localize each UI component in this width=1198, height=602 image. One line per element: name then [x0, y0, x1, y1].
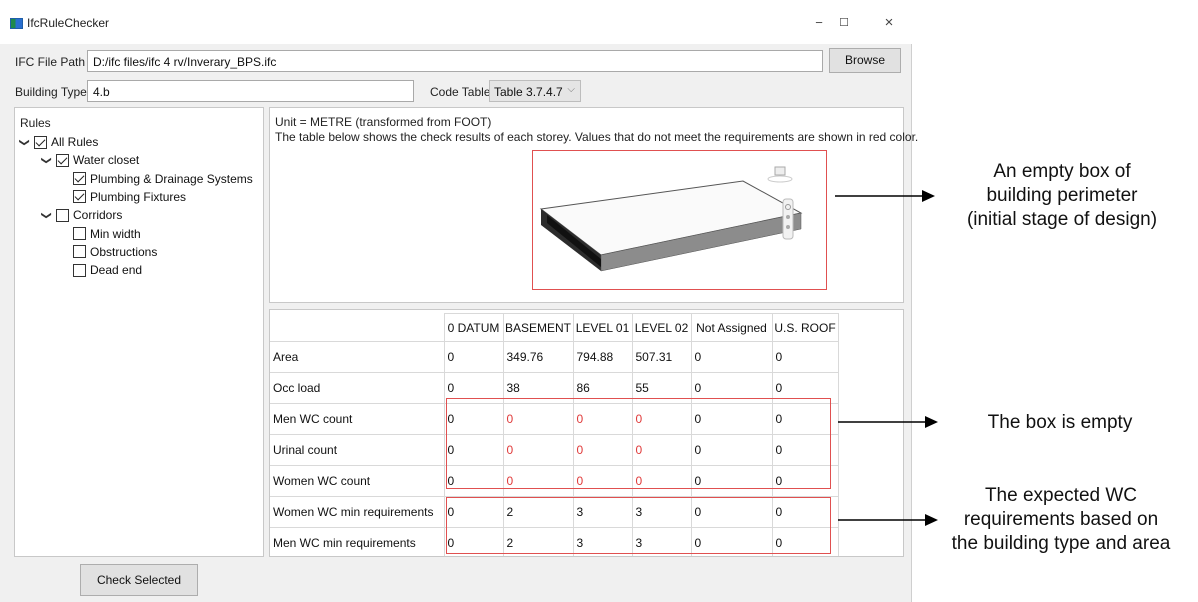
annotation-empty-box: The box is empty	[987, 412, 1133, 433]
annotation-perimeter-line2: building perimeter	[986, 185, 1138, 206]
annotation-perimeter: An empty box of building perimeter (init…	[932, 160, 1192, 232]
annotation-perimeter-line3: (initial stage of design)	[966, 209, 1158, 230]
annotation-expected-line3: the building type and area	[951, 533, 1171, 554]
annotation-perimeter-line1: An empty box of	[993, 161, 1131, 182]
annotation-expected: The expected WC requirements based on th…	[930, 484, 1192, 556]
annotation-expected-line1: The expected WC	[984, 485, 1138, 506]
annotation-expected-line2: requirements based on	[963, 509, 1159, 530]
